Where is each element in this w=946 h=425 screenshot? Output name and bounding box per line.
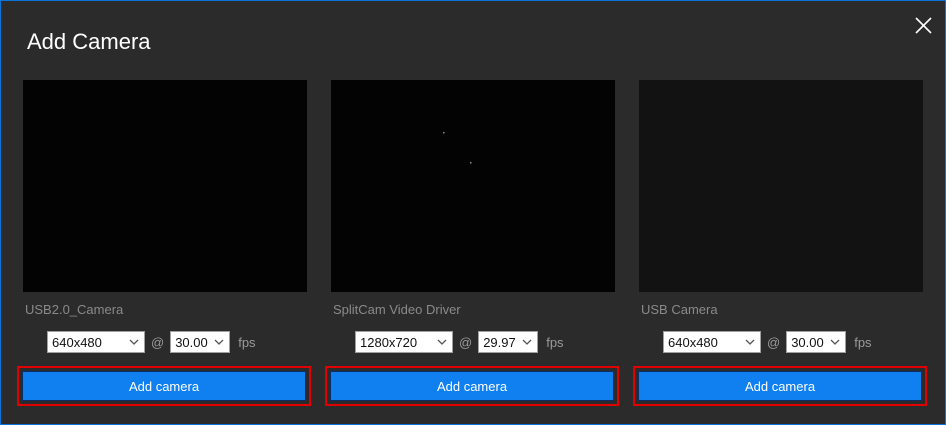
fps-select[interactable]: 30.00 <box>170 331 231 353</box>
highlight-box: Add camera <box>325 366 619 406</box>
camera-name: USB Camera <box>641 302 718 317</box>
camera-preview <box>23 80 307 292</box>
chevron-down-icon <box>214 339 224 345</box>
fps-value: 29.97 <box>483 334 516 350</box>
close-icon[interactable] <box>911 13 937 39</box>
camera-preview <box>639 80 923 292</box>
chevron-down-icon <box>830 339 840 345</box>
resolution-select[interactable]: 640x480 <box>663 331 761 353</box>
chevron-down-icon <box>437 339 447 345</box>
fps-value: 30.00 <box>175 334 208 350</box>
preview-noise <box>443 132 472 164</box>
highlight-box: Add camera <box>633 366 927 406</box>
resolution-value: 640x480 <box>668 334 718 350</box>
resolution-value: 1280x720 <box>360 334 418 350</box>
add-camera-button[interactable]: Add camera <box>22 371 306 401</box>
chevron-down-icon <box>129 339 139 345</box>
camera-controls: 640x480 @ 30.00 fps <box>663 331 872 353</box>
add-camera-button[interactable]: Add camera <box>330 371 614 401</box>
resolution-select[interactable]: 640x480 <box>47 331 145 353</box>
fps-label: fps <box>854 334 872 350</box>
camera-card: USB2.0_Camera 640x480 @ 30.00 fps Add ca… <box>17 80 311 406</box>
dialog-title: Add Camera <box>27 29 151 54</box>
camera-card: SplitCam Video Driver 1280x720 @ 29.97 f… <box>325 80 619 406</box>
fps-label: fps <box>546 334 564 350</box>
camera-name: USB2.0_Camera <box>25 302 124 317</box>
resolution-select[interactable]: 1280x720 <box>355 331 453 353</box>
at-symbol: @ <box>459 334 473 350</box>
add-camera-dialog: Add Camera USB2.0_Camera 640x480 @ 30.00… <box>0 0 946 425</box>
camera-preview <box>331 80 615 292</box>
at-symbol: @ <box>767 334 781 350</box>
at-symbol: @ <box>151 334 165 350</box>
camera-card: USB Camera 640x480 @ 30.00 fps Add camer… <box>633 80 927 406</box>
fps-select[interactable]: 30.00 <box>786 331 847 353</box>
fps-label: fps <box>238 334 256 350</box>
camera-controls: 640x480 @ 30.00 fps <box>47 331 256 353</box>
fps-select[interactable]: 29.97 <box>478 331 539 353</box>
fps-value: 30.00 <box>791 334 824 350</box>
chevron-down-icon <box>522 339 532 345</box>
resolution-value: 640x480 <box>52 334 102 350</box>
camera-controls: 1280x720 @ 29.97 fps <box>355 331 564 353</box>
add-camera-button[interactable]: Add camera <box>638 371 922 401</box>
chevron-down-icon <box>745 339 755 345</box>
camera-name: SplitCam Video Driver <box>333 302 461 317</box>
highlight-box: Add camera <box>17 366 311 406</box>
